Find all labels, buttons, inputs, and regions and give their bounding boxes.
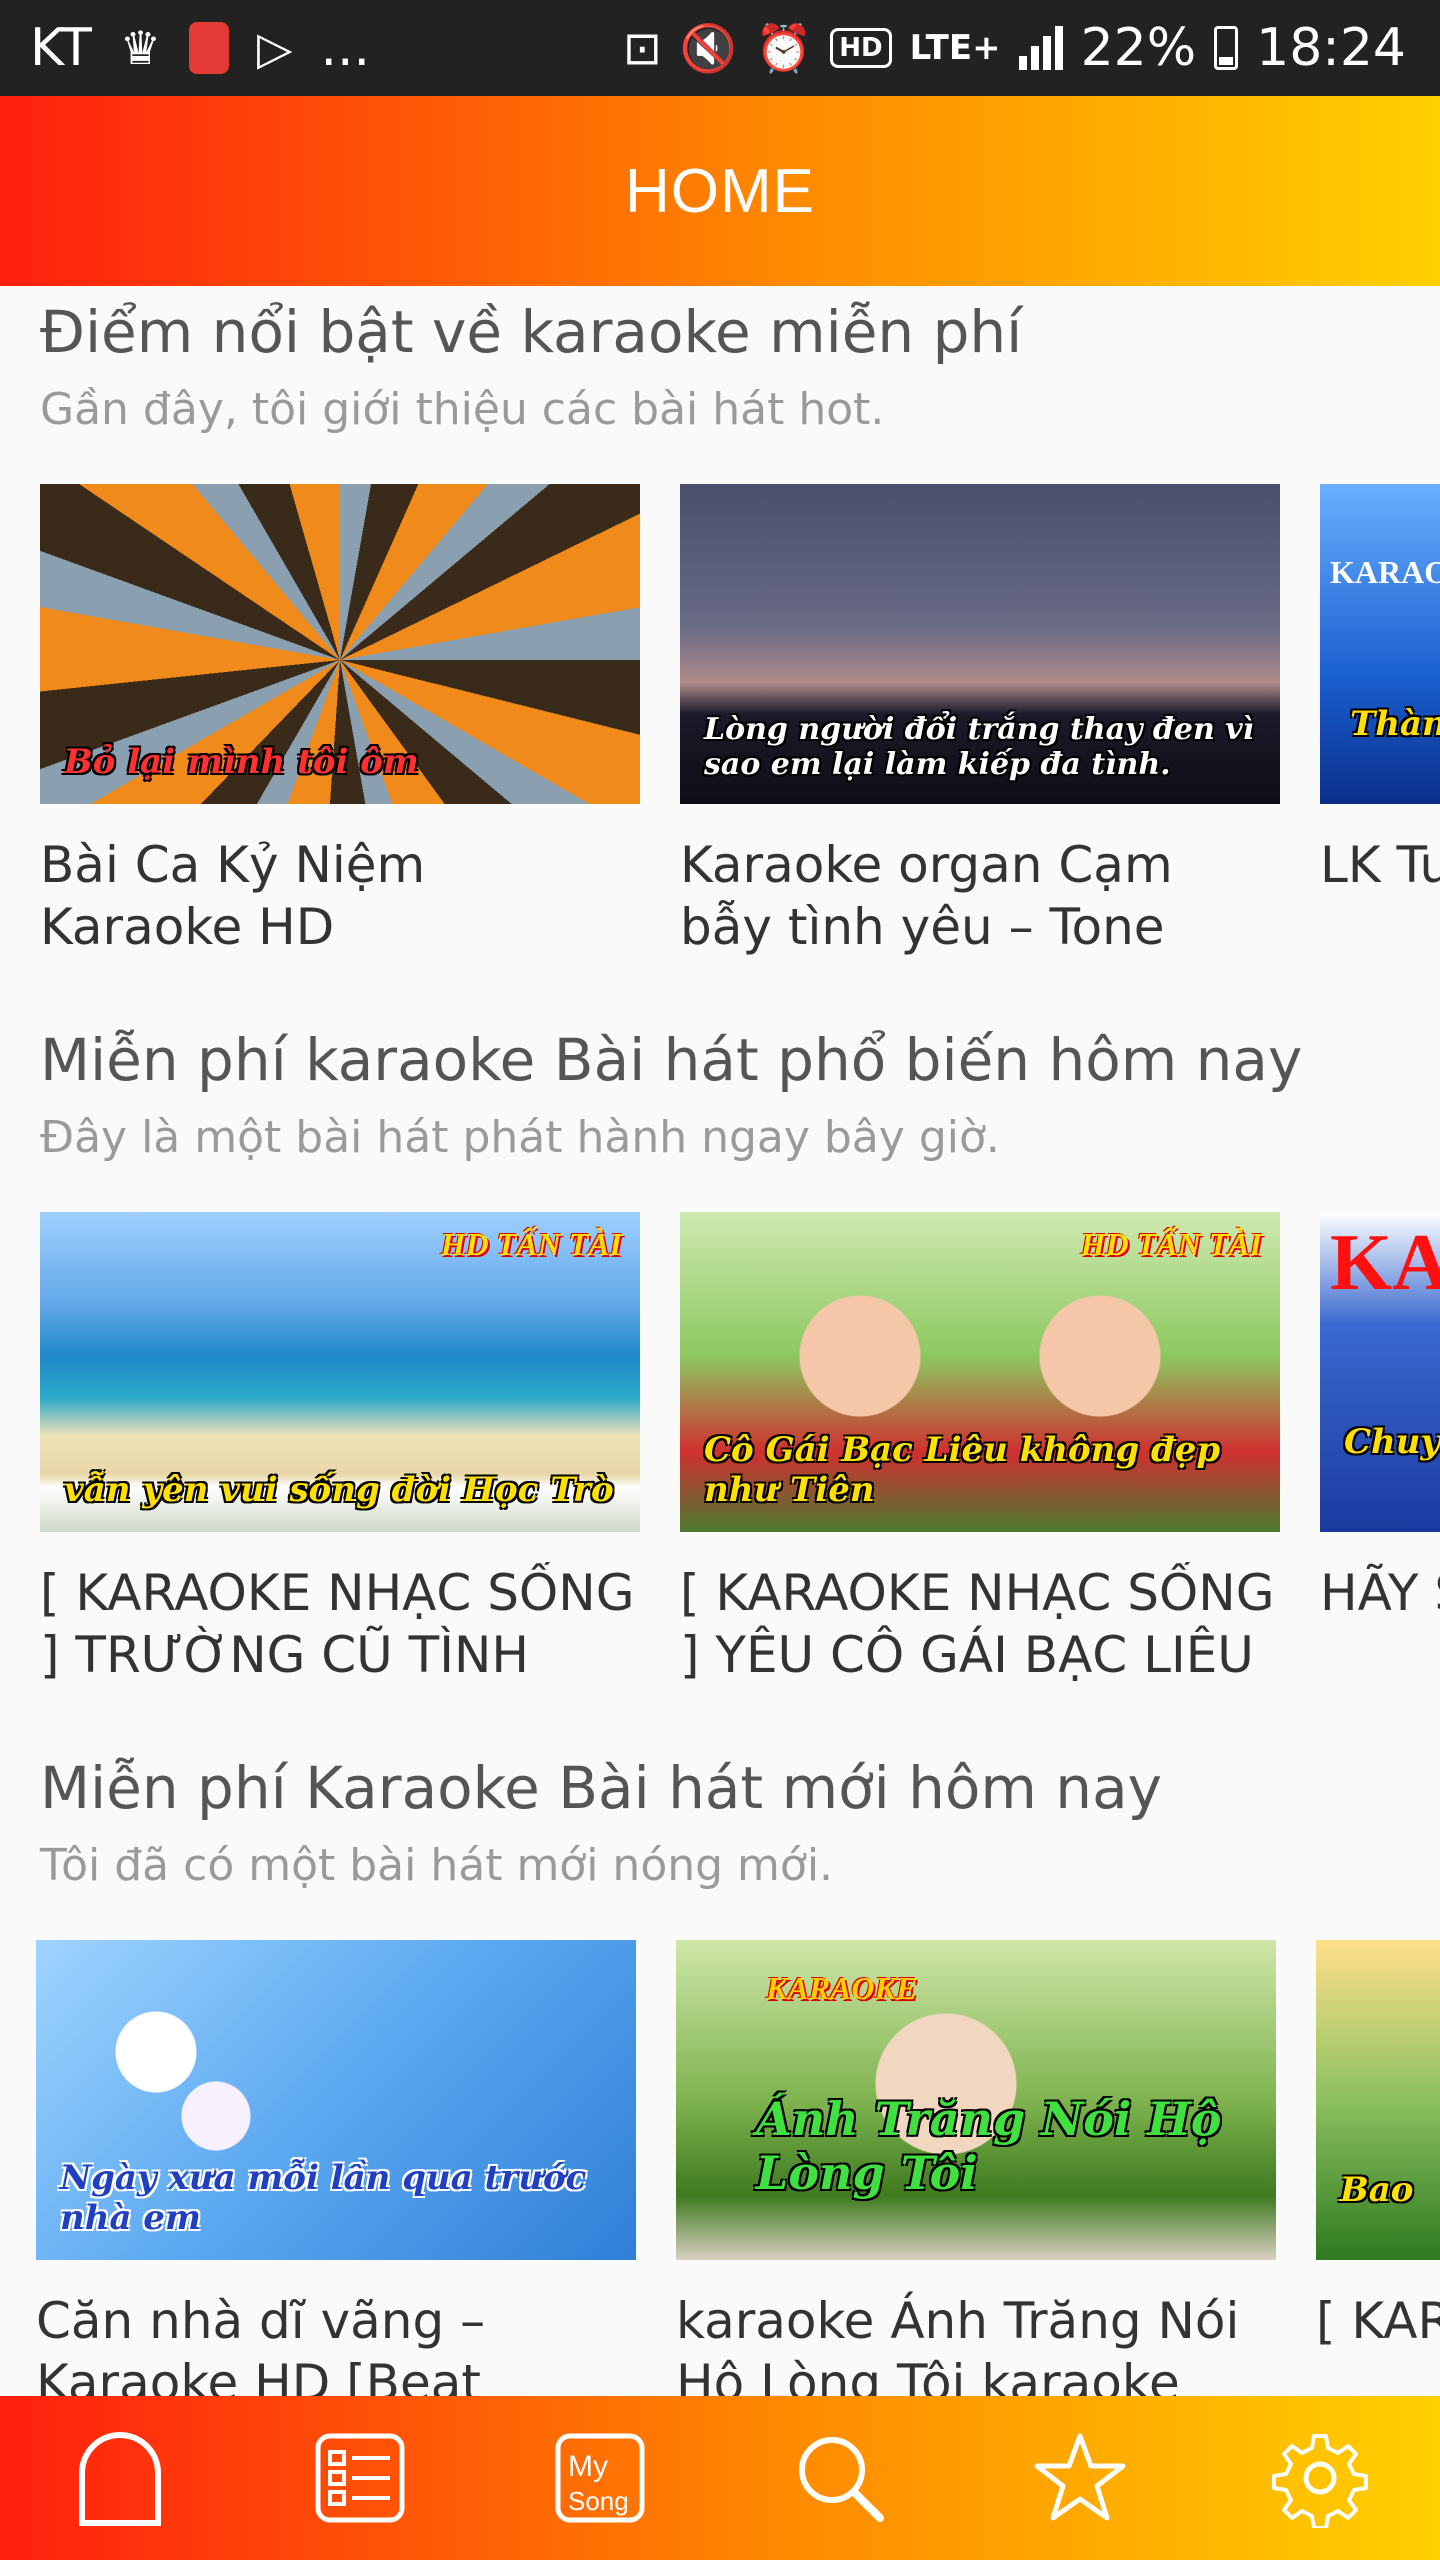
thumbnail-label: KARAOKE	[766, 1970, 918, 2006]
alarm-icon: ⏰	[754, 21, 813, 75]
svg-text:My: My	[568, 2450, 608, 2483]
section-title: Miễn phí Karaoke Bài hát mới hôm nay	[40, 1754, 1162, 1822]
song-thumbnail[interactable]: Bỏ lại mình tôi ôm	[40, 484, 640, 804]
song-card[interactable]: KA Chuyệ HÃY S TRẺ [	[1320, 1212, 1440, 1686]
play-store-icon: ▷	[257, 21, 293, 75]
section-title: Điểm nổi bật về karaoke miễn phí	[40, 298, 1023, 366]
song-thumbnail[interactable]: HD TẤN TÀI vẫn yên vui sống đời Học Trò	[40, 1212, 640, 1532]
song-title[interactable]: Bài Ca Kỷ Niệm Karaoke HD	[40, 834, 640, 958]
app-notification-icon	[189, 22, 230, 74]
svg-text:Song: Song	[568, 2486, 629, 2516]
song-title[interactable]: [ KARAOKE NHẠC SỐNG ] TRƯỜNG CŨ TÌNH XƯA	[40, 1562, 640, 1686]
thumbnail-label: KA	[1330, 1219, 1440, 1307]
card-carousel[interactable]: Ngày xưa mỗi lần qua trước nhà em Căn nh…	[36, 1940, 1440, 2396]
network-type-label: LTE+	[909, 28, 1001, 68]
song-thumbnail[interactable]: Ngày xưa mỗi lần qua trước nhà em	[36, 1940, 636, 2260]
song-title[interactable]: LK Tu Nhạc	[1320, 834, 1440, 958]
clock: 18:24	[1256, 18, 1406, 78]
gear-icon	[1272, 2434, 1368, 2528]
song-title[interactable]: [ KAR ] BÓN	[1316, 2290, 1440, 2396]
card-carousel[interactable]: Bỏ lại mình tôi ôm Bài Ca Kỷ Niệm Karaok…	[40, 484, 1440, 958]
thumbnail-caption: Lòng người đổi trắng thay đen vì sao em …	[704, 712, 1255, 782]
home-nav-button[interactable]	[60, 2418, 180, 2538]
song-card[interactable]: HD TẤN TÀI vẫn yên vui sống đời Học Trò …	[40, 1212, 640, 1686]
cast-icon: ⊡	[623, 21, 662, 75]
section-new: Miễn phí Karaoke Bài hát mới hôm nay Tôi…	[0, 1742, 1440, 2396]
song-card[interactable]: KARAOKE Thành LK Tu Nhạc	[1320, 484, 1440, 958]
section-subtitle: Đây là một bài hát phát hành ngay bây gi…	[40, 1112, 1000, 1163]
song-card[interactable]: HD TẤN TÀI Cô Gái Bạc Liêu không đẹp như…	[680, 1212, 1280, 1686]
carrier-label: KT	[30, 18, 92, 78]
song-title[interactable]: karaoke Ánh Trăng Nói Hộ Lòng Tôi karaok…	[676, 2290, 1276, 2396]
thumbnail-label: HD TẤN TÀI	[440, 1226, 622, 1262]
section-popular: Miễn phí karaoke Bài hát phổ biến hôm na…	[0, 1014, 1440, 1742]
song-thumbnail[interactable]: KARAOKE Ánh Trăng Nói Hộ Lòng Tôi	[676, 1940, 1276, 2260]
song-card[interactable]: Ngày xưa mỗi lần qua trước nhà em Căn nh…	[36, 1940, 636, 2396]
song-title[interactable]: Karaoke organ Cạm bẫy tình yêu – Tone na…	[680, 834, 1280, 958]
list-icon	[315, 2433, 405, 2523]
battery-icon	[1214, 26, 1239, 70]
song-thumbnail[interactable]: KA Chuyệ	[1320, 1212, 1440, 1532]
settings-nav-button[interactable]	[1260, 2418, 1380, 2538]
section-subtitle: Gần đây, tôi giới thiệu các bài hát hot.	[40, 384, 885, 435]
section-featured: Điểm nổi bật về karaoke miễn phí Gần đây…	[0, 286, 1440, 1014]
thumbnail-caption: Thành	[1350, 704, 1440, 744]
my-song-icon: My Song	[555, 2433, 645, 2523]
page-title: HOME	[625, 156, 815, 226]
thumbnail-caption: Ngày xưa mỗi lần qua trước nhà em	[60, 2158, 587, 2238]
song-card[interactable]: Bỏ lại mình tôi ôm Bài Ca Kỷ Niệm Karaok…	[40, 484, 640, 958]
song-thumbnail[interactable]: KARAOKE Thành	[1320, 484, 1440, 804]
thumbnail-caption: vẫn yên vui sống đời Học Trò	[64, 1470, 614, 1510]
status-bar: KT ♛ ▷ ... ⊡ 🔇 ⏰ HD LTE+ 22% 18:24	[0, 0, 1440, 96]
search-icon	[799, 2437, 884, 2522]
home-icon	[79, 2432, 161, 2526]
list-nav-button[interactable]	[300, 2418, 420, 2538]
thumbnail-label: HD TẤN TÀI	[1080, 1226, 1262, 1262]
song-title[interactable]: HÃY S TRẺ [	[1320, 1562, 1440, 1686]
song-title[interactable]: [ KARAOKE NHẠC SỐNG ] YÊU CÔ GÁI BẠC LIÊ…	[680, 1562, 1280, 1686]
bottom-nav: My Song	[0, 2396, 1440, 2560]
app-bar: HOME	[0, 96, 1440, 286]
star-icon	[1034, 2433, 1126, 2521]
hd-voice-icon: HD	[830, 28, 892, 68]
thumbnail-caption: Ánh Trăng Nói Hộ Lòng Tôi	[756, 2092, 1222, 2200]
song-thumbnail[interactable]: Lòng người đổi trắng thay đen vì sao em …	[680, 484, 1280, 804]
section-title: Miễn phí karaoke Bài hát phổ biến hôm na…	[40, 1026, 1303, 1094]
song-card[interactable]: Bao [ KAR ] BÓN	[1316, 1940, 1440, 2396]
my-song-nav-button[interactable]: My Song	[540, 2418, 660, 2538]
signal-icon	[1018, 26, 1063, 70]
crown-icon: ♛	[119, 21, 162, 75]
song-thumbnail[interactable]: HD TẤN TÀI Cô Gái Bạc Liêu không đẹp như…	[680, 1212, 1280, 1532]
song-card[interactable]: Lòng người đổi trắng thay đen vì sao em …	[680, 484, 1280, 958]
song-title[interactable]: Căn nhà dĩ vãng – Karaoke HD [Beat	[36, 2290, 636, 2396]
section-subtitle: Tôi đã có một bài hát mới nóng mới.	[40, 1840, 834, 1891]
song-card[interactable]: KARAOKE Ánh Trăng Nói Hộ Lòng Tôi karaok…	[676, 1940, 1276, 2396]
card-carousel[interactable]: HD TẤN TÀI vẫn yên vui sống đời Học Trò …	[40, 1212, 1440, 1686]
thumbnail-caption: Chuyệ	[1344, 1422, 1440, 1462]
thumbnail-caption: Bỏ lại mình tôi ôm	[64, 742, 419, 782]
song-thumbnail[interactable]: Bao	[1316, 1940, 1440, 2260]
favorites-nav-button[interactable]	[1020, 2418, 1140, 2538]
more-notifications-label: ...	[320, 18, 371, 78]
search-nav-button[interactable]	[780, 2418, 900, 2538]
battery-percent: 22%	[1080, 18, 1197, 78]
mute-icon: 🔇	[679, 21, 737, 75]
thumbnail-label: KARAOKE	[1330, 554, 1440, 590]
thumbnail-caption: Bao	[1340, 2170, 1414, 2210]
home-feed[interactable]: Điểm nổi bật về karaoke miễn phí Gần đây…	[0, 286, 1440, 2396]
thumbnail-caption: Cô Gái Bạc Liêu không đẹp như Tiên	[704, 1430, 1221, 1510]
